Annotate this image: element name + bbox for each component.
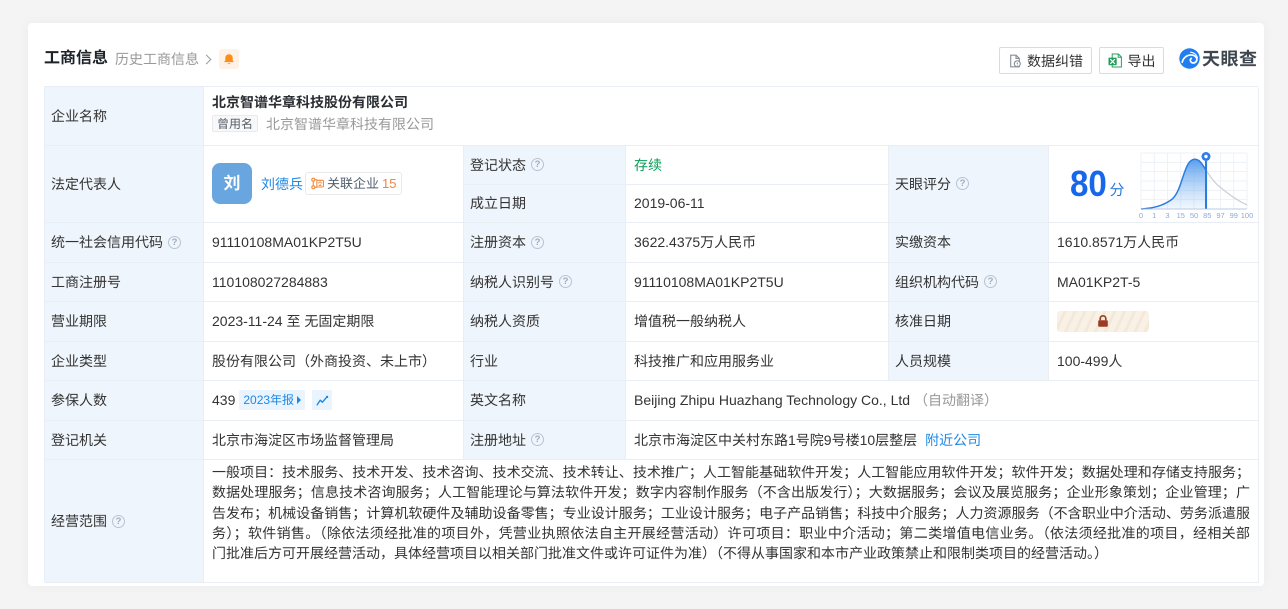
svg-text:100: 100 (1241, 211, 1254, 220)
svg-text:1: 1 (1152, 211, 1156, 220)
svg-text:0: 0 (1139, 211, 1143, 220)
svg-text:50: 50 (1190, 211, 1198, 220)
svg-text:3: 3 (1165, 211, 1169, 220)
svg-text:15: 15 (1177, 211, 1185, 220)
svg-text:97: 97 (1216, 211, 1224, 220)
svg-text:99: 99 (1230, 211, 1238, 220)
svg-text:85: 85 (1203, 211, 1211, 220)
